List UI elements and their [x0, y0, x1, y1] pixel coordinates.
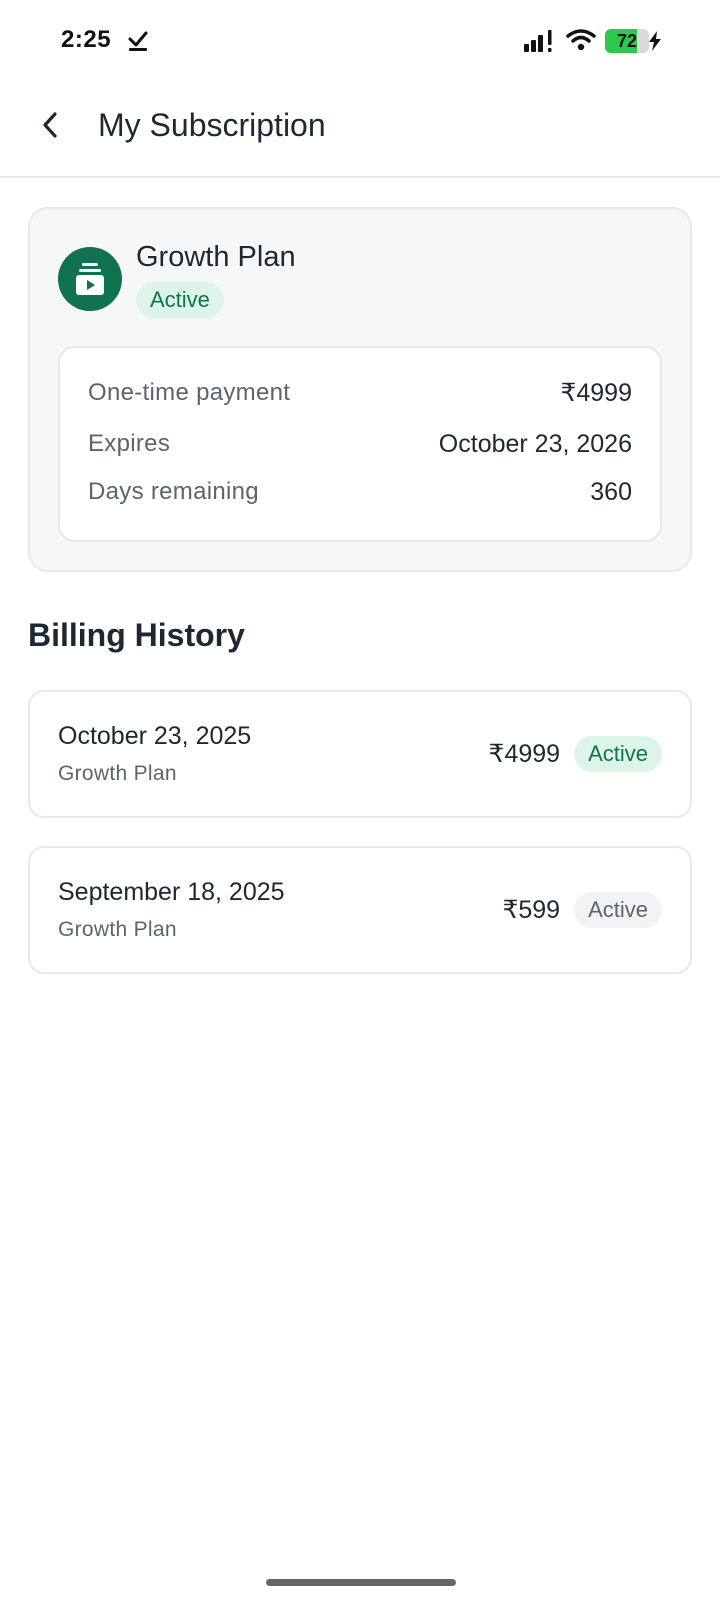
billing-status-badge: Active: [574, 736, 662, 772]
page-title: My Subscription: [98, 107, 326, 143]
billing-plan: Growth Plan: [58, 918, 177, 941]
detail-label: Days remaining: [88, 478, 259, 505]
billing-amount: ₹4999: [488, 740, 561, 768]
billing-item[interactable]: October 23, 2025 Growth Plan ₹4999 Activ…: [28, 690, 692, 818]
battery-icon: 72: [605, 29, 649, 53]
signal-icon: [524, 30, 552, 52]
wifi-icon: [566, 29, 596, 51]
app-bar: My Subscription: [0, 80, 720, 178]
home-indicator[interactable]: [266, 1579, 456, 1586]
billing-amount-group: ₹599 Active: [502, 892, 662, 928]
back-button[interactable]: [30, 105, 70, 145]
detail-row-payment: One-time payment ₹4999: [88, 376, 632, 410]
battery-level: 72: [616, 31, 638, 51]
chevron-left-icon: [43, 112, 57, 138]
screen: 2:25 72 My Subscription Growth Plan Acti…: [0, 0, 720, 1600]
detail-row-days-remaining: Days remaining 360: [88, 475, 632, 509]
plan-details: One-time payment ₹4999 Expires October 2…: [58, 346, 662, 542]
detail-value: October 23, 2026: [438, 429, 632, 458]
billing-status-badge: Active: [574, 892, 662, 928]
detail-label: Expires: [88, 430, 171, 457]
plan-status-badge: Active: [136, 282, 224, 318]
billing-date: September 18, 2025: [58, 878, 285, 906]
billing-plan: Growth Plan: [58, 762, 177, 785]
plan-icon-glyph: [76, 263, 104, 295]
billing-amount-group: ₹4999 Active: [489, 736, 662, 772]
billing-history-title: Billing History: [28, 617, 245, 653]
bolt-icon: [649, 31, 661, 51]
plan-card: Growth Plan Active One-time payment ₹499…: [28, 207, 692, 572]
detail-row-expires: Expires October 23, 2026: [88, 427, 632, 461]
detail-value: 360: [590, 477, 632, 506]
detail-value: ₹4999: [560, 379, 632, 407]
status-bar: 2:25 72: [0, 0, 720, 80]
subscription-play-icon: [58, 247, 122, 311]
plan-name: Growth Plan: [136, 241, 296, 273]
status-time: 2:25: [61, 26, 112, 53]
check-icon: [128, 31, 148, 51]
billing-amount: ₹599: [502, 896, 561, 924]
billing-item[interactable]: September 18, 2025 Growth Plan ₹599 Acti…: [28, 846, 692, 974]
detail-label: One-time payment: [88, 379, 291, 406]
billing-date: October 23, 2025: [58, 722, 252, 750]
